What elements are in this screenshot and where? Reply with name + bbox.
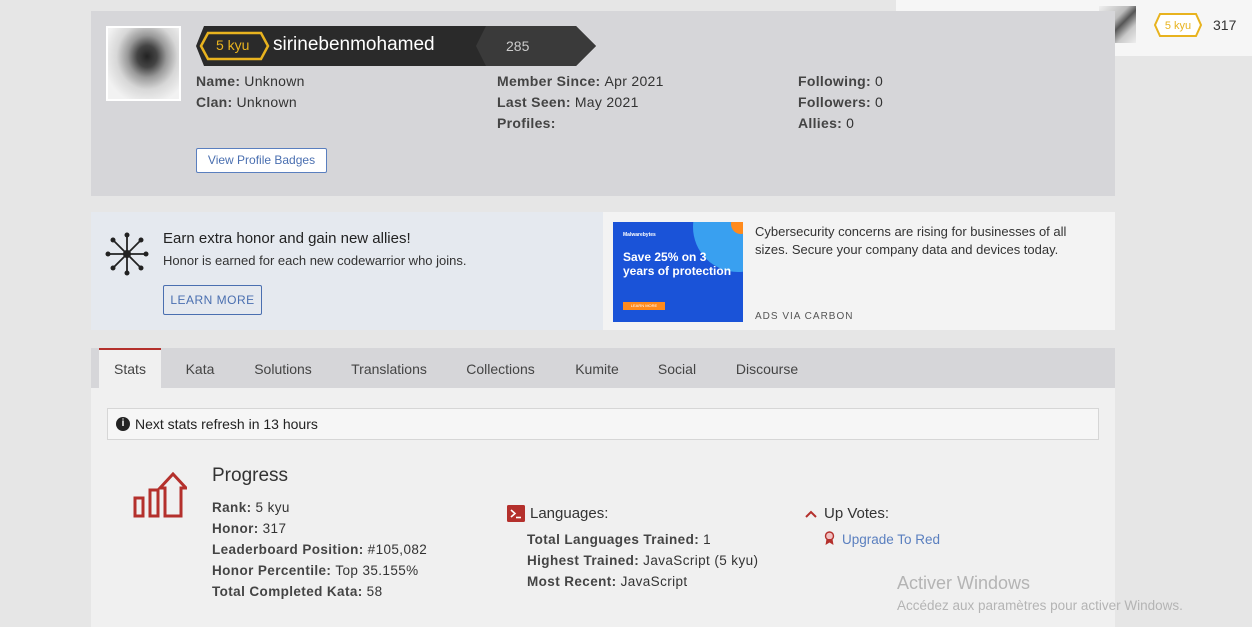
svg-text:5 kyu: 5 kyu bbox=[1165, 20, 1191, 32]
carbon-ad: Malwarebytes Save 25% on 3 years of prot… bbox=[603, 212, 1115, 330]
upvotes-title: Up Votes: bbox=[824, 505, 890, 522]
ad-cta: LEARN MORE bbox=[623, 302, 665, 310]
languages-list: Total Languages Trained: 1 Highest Traine… bbox=[527, 532, 759, 589]
profile-info-col3: Following: 0 Followers: 0 Allies: 0 bbox=[798, 73, 884, 131]
profile-info-col1: Name: Unknown Clan: Unknown bbox=[196, 73, 305, 110]
tab-stats[interactable]: Stats bbox=[99, 348, 161, 388]
stats-refresh-notice: i Next stats refresh in 13 hours bbox=[107, 408, 1099, 440]
promo-title: Earn extra honor and gain new allies! bbox=[163, 230, 411, 247]
rank-badge: 5 kyu bbox=[216, 37, 250, 53]
learn-more-button[interactable]: LEARN MORE bbox=[163, 285, 262, 315]
tab-kata[interactable]: Kata bbox=[170, 348, 230, 388]
ad-banner-image[interactable]: Malwarebytes Save 25% on 3 years of prot… bbox=[613, 222, 743, 322]
promo-subtitle: Honor is earned for each new codewarrior… bbox=[163, 253, 467, 268]
profile-info-col2: Member Since: Apr 2021 Last Seen: May 2021… bbox=[497, 73, 664, 131]
network-icon bbox=[105, 232, 149, 276]
progress-chart-icon bbox=[133, 472, 187, 518]
profile-tabs: Stats Kata Solutions Translations Collec… bbox=[91, 348, 1115, 388]
languages-title: Languages: bbox=[530, 505, 609, 522]
ad-brand: Malwarebytes bbox=[623, 232, 656, 238]
chevron-up-icon bbox=[805, 510, 817, 518]
ad-text[interactable]: Cybersecurity concerns are rising for bu… bbox=[755, 223, 1095, 259]
referral-promo: Earn extra honor and gain new allies! Ho… bbox=[91, 212, 603, 330]
progress-list: Rank: 5 kyu Honor: 317 Leaderboard Positio… bbox=[212, 500, 428, 599]
profile-header: 5 kyu sirinebenmohamed 285 Name: Unknown … bbox=[91, 11, 1115, 196]
profile-avatar bbox=[106, 26, 181, 101]
info-icon: i bbox=[116, 417, 130, 431]
profile-score: 285 bbox=[506, 38, 530, 54]
tab-social[interactable]: Social bbox=[649, 348, 705, 388]
progress-title: Progress bbox=[212, 465, 289, 486]
terminal-icon bbox=[507, 505, 525, 522]
ad-headline: Save 25% on 3 years of protection bbox=[623, 250, 732, 278]
username-bar: 5 kyu sirinebenmohamed 285 bbox=[196, 26, 596, 66]
tab-translations[interactable]: Translations bbox=[341, 348, 437, 388]
honor-count: 317 bbox=[1213, 17, 1237, 33]
upgrade-to-red-link[interactable]: Upgrade To Red bbox=[842, 532, 940, 547]
view-profile-badges-button[interactable]: View Profile Badges bbox=[196, 148, 327, 173]
award-ribbon-icon bbox=[824, 531, 835, 545]
tab-collections[interactable]: Collections bbox=[456, 348, 545, 388]
tab-solutions[interactable]: Solutions bbox=[241, 348, 325, 388]
tab-discourse[interactable]: Discourse bbox=[727, 348, 807, 388]
rank-badge-small: 5 kyu bbox=[1154, 13, 1202, 37]
tab-kumite[interactable]: Kumite bbox=[565, 348, 629, 388]
windows-activation-title: Activer Windows bbox=[897, 573, 1031, 593]
username: sirinebenmohamed bbox=[273, 34, 435, 55]
ads-via-carbon-link[interactable]: ADS VIA CARBON bbox=[755, 311, 853, 322]
windows-activation-text: Accédez aux paramètres pour activer Wind… bbox=[897, 598, 1183, 613]
